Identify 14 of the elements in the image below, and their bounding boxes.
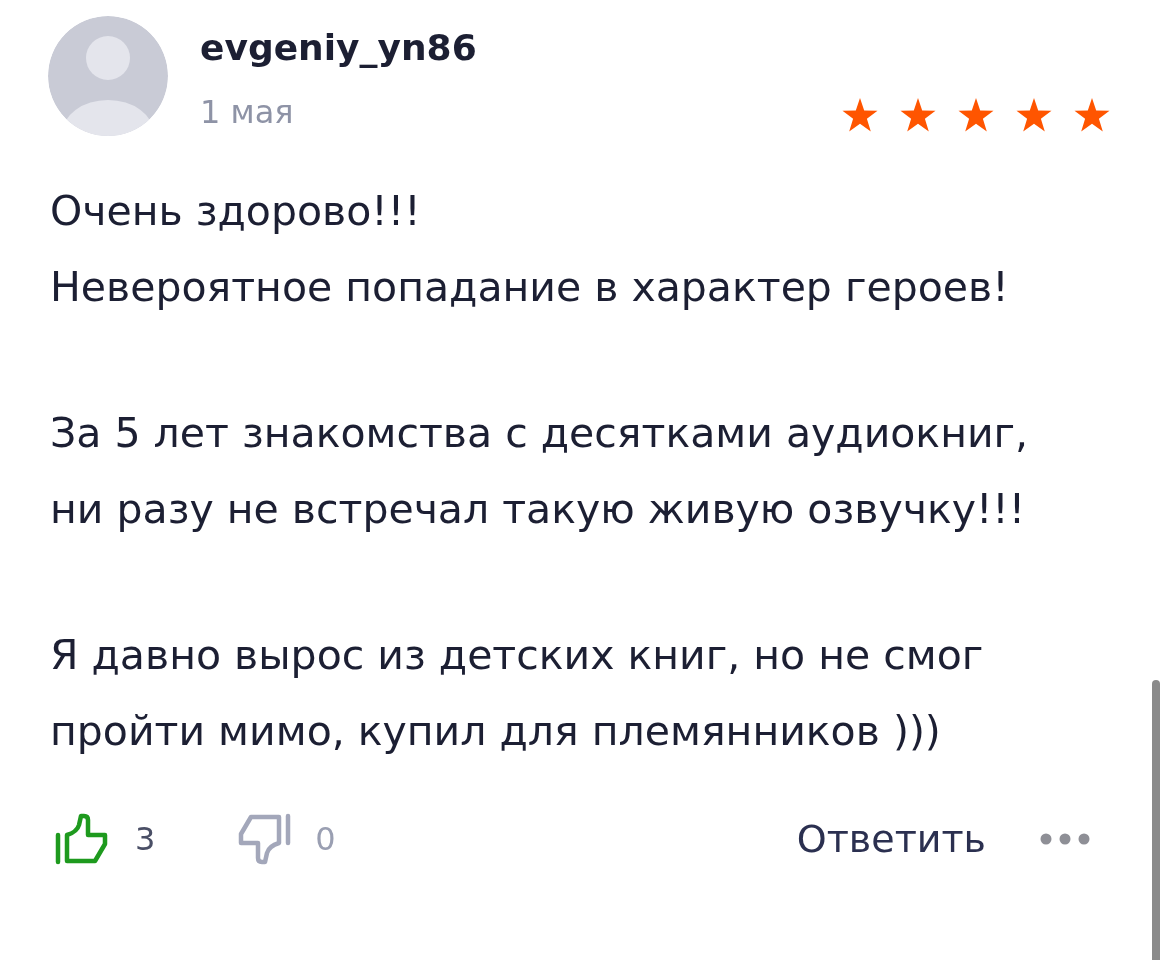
review-paragraph: Я давно вырос из детских книг, но не смог пройти мимо, купил для племянников ))) [50, 630, 985, 757]
review-paragraph: Очень здорово!!! Невероятное попадание в характер героев! [50, 186, 1010, 313]
avatar-placeholder-icon [48, 16, 168, 136]
star-icon [1016, 98, 1052, 132]
review-paragraph: За 5 лет знакомства с десятками аудиокниг, ни разу не встречал такую живую озвучку!!! [50, 408, 1030, 535]
author-name: evgeniy_yn86 [200, 26, 477, 70]
star-icon [842, 98, 878, 132]
star-icon [1074, 98, 1110, 132]
like-button[interactable]: 3 [55, 813, 156, 865]
reply-button[interactable]: Ответить [796, 810, 986, 868]
star-icon [900, 98, 936, 132]
more-options-icon[interactable] [1040, 833, 1090, 845]
star-icon [958, 98, 994, 132]
review-date: 1 мая [200, 92, 295, 133]
